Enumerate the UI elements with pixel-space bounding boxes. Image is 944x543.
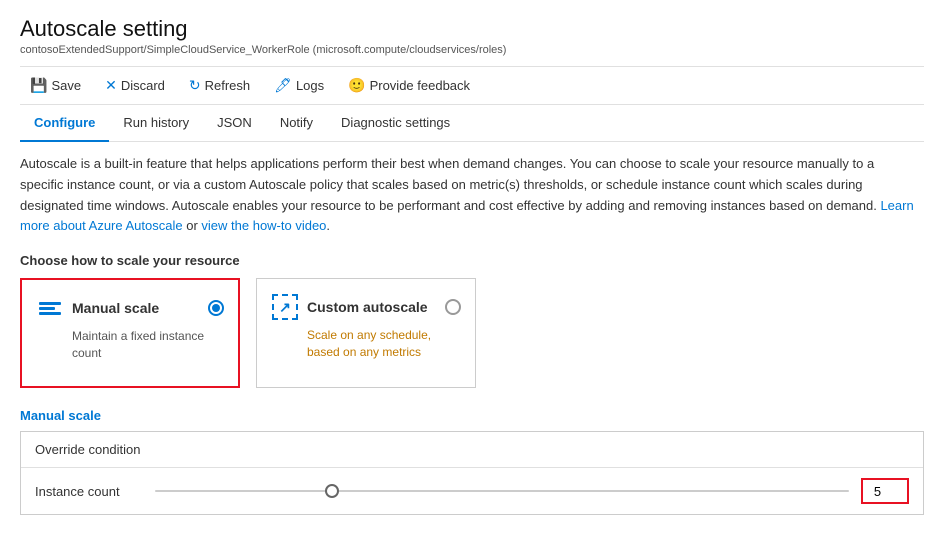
custom-scale-icon xyxy=(271,293,299,321)
custom-scale-radio[interactable] xyxy=(445,299,461,315)
tabs-container: Configure Run history JSON Notify Diagno… xyxy=(20,105,924,142)
tab-run-history[interactable]: Run history xyxy=(109,105,203,142)
manual-scale-label: Manual scale xyxy=(72,300,159,316)
discard-button[interactable]: ✕ Discard xyxy=(95,73,175,98)
slider-container: 5 xyxy=(155,478,909,504)
instance-count-input[interactable]: 5 xyxy=(861,478,909,504)
feedback-button[interactable]: 🙂 Provide feedback xyxy=(338,73,480,98)
save-button[interactable]: 💾 Save xyxy=(20,73,91,98)
custom-card-header: Custom autoscale xyxy=(271,293,461,321)
condition-header-label: Override condition xyxy=(35,442,155,457)
refresh-icon: ↻ xyxy=(189,77,201,94)
manual-lines-icon xyxy=(39,302,61,315)
how-to-video-link[interactable]: view the how-to video xyxy=(201,218,326,233)
custom-title-row: Custom autoscale xyxy=(271,293,428,321)
condition-table: Override condition Instance count 5 xyxy=(20,431,924,515)
instance-count-slider[interactable] xyxy=(155,490,849,492)
manual-scale-description: Maintain a fixed instance count xyxy=(36,328,224,362)
logs-icon: 🖊 xyxy=(274,77,292,94)
manual-scale-icon xyxy=(36,294,64,322)
custom-autoscale-description: Scale on any schedule, based on any metr… xyxy=(271,327,461,361)
breadcrumb: contosoExtendedSupport/SimpleCloudServic… xyxy=(20,44,924,56)
condition-header-row: Override condition xyxy=(21,432,923,468)
learn-more-link[interactable]: Learn more about Azure Autoscale xyxy=(20,198,914,234)
discard-icon: ✕ xyxy=(105,77,117,94)
manual-card-header: Manual scale xyxy=(36,294,224,322)
tab-diagnostic-settings[interactable]: Diagnostic settings xyxy=(327,105,464,142)
page-title: Autoscale setting xyxy=(20,16,924,42)
manual-scale-section-label: Manual scale xyxy=(20,408,924,423)
scale-section-heading: Choose how to scale your resource xyxy=(20,253,924,268)
scale-options-container: Manual scale Maintain a fixed instance c… xyxy=(20,278,924,388)
tab-notify[interactable]: Notify xyxy=(266,105,327,142)
save-icon: 💾 xyxy=(30,77,47,94)
feedback-icon: 🙂 xyxy=(348,77,365,94)
refresh-button[interactable]: ↻ Refresh xyxy=(179,73,260,98)
manual-title-row: Manual scale xyxy=(36,294,159,322)
manual-scale-radio[interactable] xyxy=(208,300,224,316)
custom-autoscale-card[interactable]: Custom autoscale Scale on any schedule, … xyxy=(256,278,476,388)
instance-count-row: Instance count 5 xyxy=(21,468,923,514)
logs-button[interactable]: 🖊 Logs xyxy=(264,73,334,98)
custom-autoscale-label: Custom autoscale xyxy=(307,299,428,315)
instance-count-label: Instance count xyxy=(35,484,155,499)
custom-autoscale-icon xyxy=(272,294,298,320)
description-text: Autoscale is a built-in feature that hel… xyxy=(20,154,920,237)
toolbar: 💾 Save ✕ Discard ↻ Refresh 🖊 Logs 🙂 Prov… xyxy=(20,66,924,105)
tab-configure[interactable]: Configure xyxy=(20,105,109,142)
tab-json[interactable]: JSON xyxy=(203,105,266,142)
manual-scale-card[interactable]: Manual scale Maintain a fixed instance c… xyxy=(20,278,240,388)
